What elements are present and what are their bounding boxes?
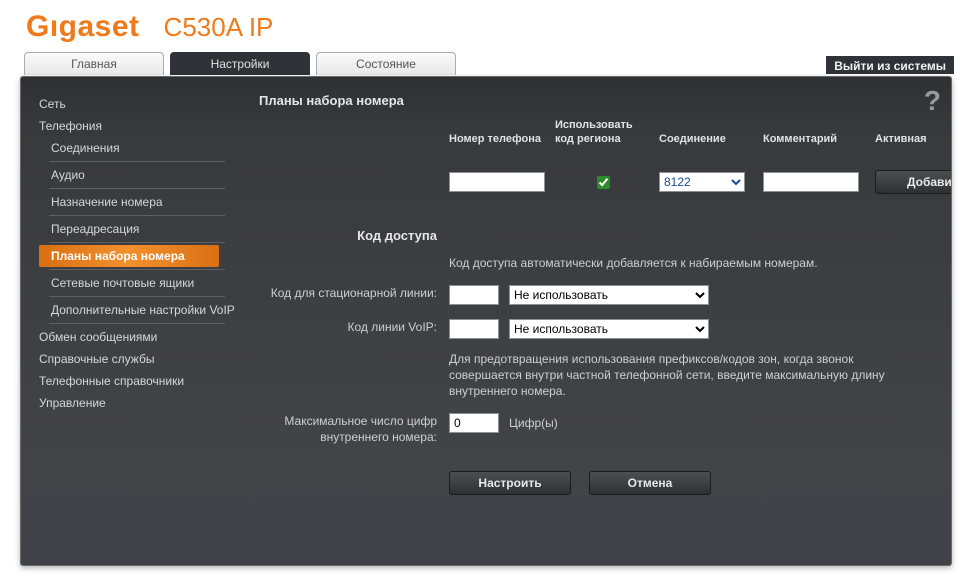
sidebar: Сеть Телефония Соединения Аудио Назначен… [21, 77, 245, 565]
tab-settings[interactable]: Настройки [170, 52, 310, 75]
label-landline-code: Код для стационарной линии: [259, 285, 449, 301]
sidebar-sub-audio[interactable]: Аудио [21, 164, 245, 186]
apply-button[interactable]: Настроить [449, 471, 571, 495]
dial-plan-row: 8122 Добавить [449, 170, 929, 194]
sidebar-item-phonebooks[interactable]: Телефонные справочники [21, 370, 245, 392]
voip-code-select[interactable]: Не использовать [509, 319, 709, 339]
brand-logo: Gıgaset [26, 10, 140, 44]
landline-code-select[interactable]: Не использовать [509, 285, 709, 305]
col-connection: Соединение [659, 132, 755, 146]
add-button[interactable]: Добавить [875, 170, 951, 194]
help-icon[interactable]: ? [924, 85, 941, 117]
sidebar-sub-forwarding[interactable]: Переадресация [21, 218, 245, 240]
dial-plan-header: Номер телефона Использовать код региона … [449, 118, 929, 146]
model-name: C530A IP [164, 12, 274, 43]
label-max-digits: Максимальное число цифр внутреннего номе… [259, 413, 449, 445]
sidebar-item-messaging[interactable]: Обмен сообщениями [21, 326, 245, 348]
section-title-access-code: Код доступа [259, 228, 437, 243]
comment-input[interactable] [763, 172, 859, 192]
col-active: Активная [875, 132, 951, 146]
max-digits-input[interactable] [449, 413, 499, 433]
sidebar-sub-connections[interactable]: Соединения [21, 137, 245, 159]
phone-input[interactable] [449, 172, 545, 192]
cancel-button[interactable]: Отмена [589, 471, 711, 495]
sidebar-sub-voip-advanced[interactable]: Дополнительные настройки VoIP [21, 299, 245, 321]
tab-home[interactable]: Главная [24, 52, 164, 75]
label-voip-code: Код линии VoIP: [259, 319, 449, 335]
connection-select[interactable]: 8122 [659, 172, 745, 192]
landline-code-input[interactable] [449, 285, 499, 305]
sidebar-item-telephony[interactable]: Телефония [21, 115, 245, 137]
content-pane: Планы набора номера Номер телефона Испол… [245, 77, 951, 565]
use-region-checkbox[interactable] [597, 176, 610, 189]
sidebar-sub-number-assign[interactable]: Назначение номера [21, 191, 245, 213]
note-access-auto: Код доступа автоматически добавляется к … [449, 255, 929, 271]
sidebar-item-directories[interactable]: Справочные службы [21, 348, 245, 370]
sidebar-sub-mailboxes[interactable]: Сетевые почтовые ящики [21, 272, 245, 294]
note-prefix: Для предотвращения использования префикс… [449, 351, 929, 399]
col-phone: Номер телефона [449, 132, 547, 146]
tab-status[interactable]: Состояние [316, 52, 456, 75]
max-digits-suffix: Цифр(ы) [499, 413, 558, 433]
sidebar-sub-dial-plans[interactable]: Планы набора номера [39, 245, 219, 267]
sidebar-item-network[interactable]: Сеть [21, 93, 245, 115]
voip-code-input[interactable] [449, 319, 499, 339]
col-region: Использовать код региона [555, 118, 651, 146]
logout-link[interactable]: Выйти из системы [826, 56, 954, 74]
sidebar-item-management[interactable]: Управление [21, 392, 245, 414]
section-title-dial-plans: Планы набора номера [259, 93, 929, 108]
col-comment: Комментарий [763, 132, 867, 146]
